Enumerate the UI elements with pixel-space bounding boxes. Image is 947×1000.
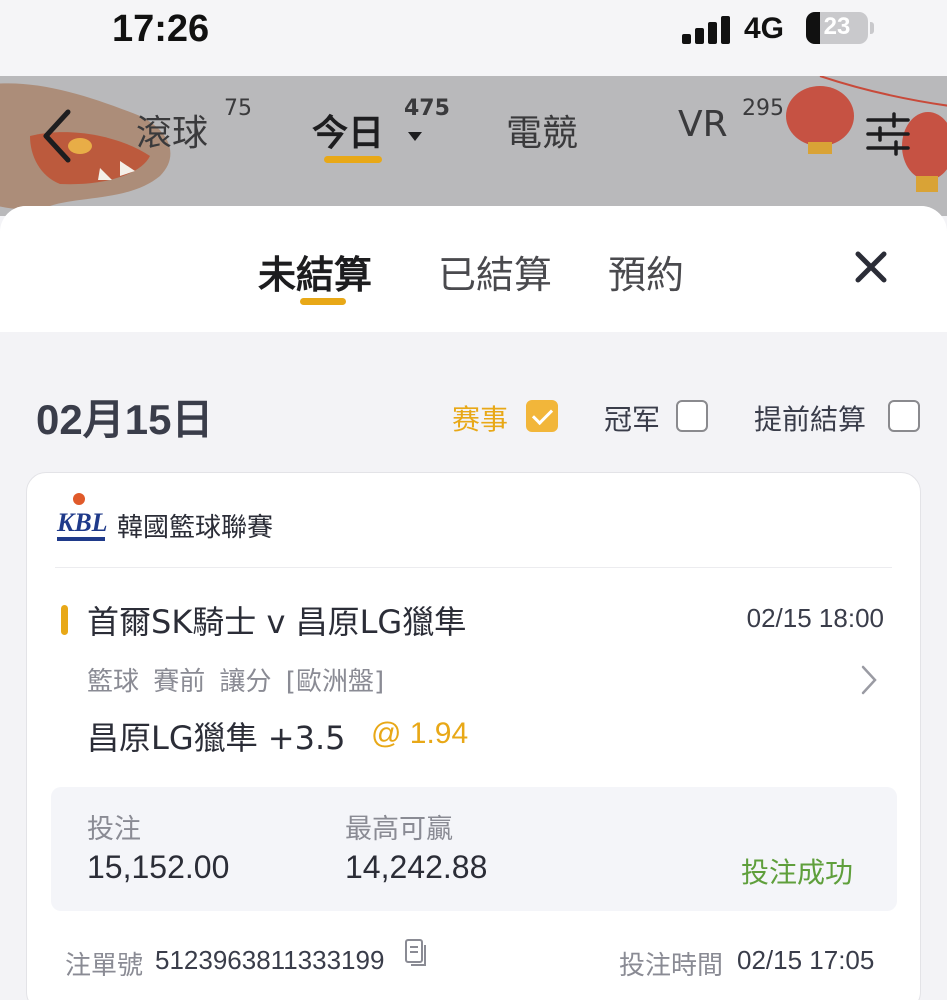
tab-today-label: 今日 (312, 113, 385, 154)
tab-live-label: 滾球 (136, 113, 209, 154)
tab-esports[interactable]: 電競 (506, 104, 578, 156)
caret-down-icon (408, 132, 422, 141)
filter-champion-checkbox[interactable] (676, 400, 708, 432)
bet-odds: @ 1.94 (371, 717, 469, 750)
tab-today-count: 475 (404, 96, 450, 121)
copy-icon[interactable] (403, 937, 429, 967)
active-tab-indicator (324, 156, 382, 163)
bet-card[interactable]: KBL 韓國籃球聯賽 首爾SK騎士 v 昌原LG獵隼 02/15 18:00 籃… (26, 472, 921, 1000)
tab-esports-label: 電競 (506, 113, 579, 154)
network-label: 4G (744, 12, 785, 45)
bet-time-value: 02/15 17:05 (737, 945, 875, 975)
active-segment-indicator (300, 298, 346, 305)
card-divider (55, 567, 892, 568)
signal-icon (682, 14, 732, 44)
filter-events-label[interactable]: 赛事 (452, 398, 508, 438)
tab-vr[interactable]: VR 295 (678, 96, 784, 145)
kbl-logo: KBL (56, 493, 107, 541)
bet-status-badge: 投注成功 (741, 856, 854, 889)
tab-unsettled[interactable]: 未結算 (258, 244, 372, 299)
tab-reserved[interactable]: 預約 (608, 244, 684, 299)
tab-today[interactable]: 今日 475 (312, 96, 450, 156)
sheet-header: 未結算 已結算 預約 (0, 206, 947, 332)
bet-history-sheet: 未結算 已結算 預約 02月15日 赛事 冠军 提前結算 KBL 韓國籃球聯賽 … (0, 206, 947, 1000)
stake-label: 投注 (87, 814, 141, 845)
tab-vr-count: 295 (742, 96, 784, 121)
tab-live-count: 75 (224, 96, 252, 121)
battery-icon: 23 (806, 12, 868, 44)
bet-ref-label: 注單號 (65, 951, 144, 981)
max-win-label: 最高可贏 (345, 814, 453, 845)
bet-time-label: 投注時間 (619, 951, 724, 981)
tab-settled[interactable]: 已結算 (438, 244, 552, 299)
filter-cashout-label[interactable]: 提前結算 (754, 398, 866, 438)
bet-market-info: 籃球 賽前 讓分 [歐洲盤] (87, 667, 385, 697)
chevron-right-icon[interactable] (859, 663, 879, 697)
battery-tip (870, 22, 874, 34)
match-time: 02/15 18:00 (746, 603, 884, 633)
lantern-decoration (786, 76, 947, 192)
league-name: 韓國籃球聯賽 (117, 513, 274, 543)
stake-summary: 投注 15,152.00 最高可贏 14,242.88 投注成功 (51, 787, 897, 911)
bet-ref-number: 5123963811333199 (155, 945, 385, 975)
filter-cashout-checkbox[interactable] (888, 400, 920, 432)
status-time: 17:26 (112, 8, 210, 50)
filter-events-checkbox[interactable] (526, 400, 558, 432)
match-title: 首爾SK騎士 v 昌原LG獵隼 (87, 603, 467, 641)
bet-selection: 昌原LG獵隼 +3.5 (87, 719, 346, 757)
close-icon[interactable] (852, 248, 890, 286)
filter-champion-label[interactable]: 冠军 (604, 398, 660, 438)
date-header: 02月15日 (36, 396, 214, 443)
match-accent-bar (61, 605, 68, 635)
stake-value: 15,152.00 (87, 849, 230, 885)
tab-vr-label: VR (678, 104, 728, 145)
top-nav: 滾球 75 今日 475 電競 VR 295 (0, 76, 947, 216)
battery-level: 23 (823, 13, 851, 40)
back-icon[interactable] (38, 106, 78, 166)
svg-text:KBL: KBL (56, 508, 107, 537)
filter-sliders-icon[interactable] (866, 112, 910, 156)
status-bar: 17:26 4G 23 (0, 0, 947, 76)
tab-live[interactable]: 滾球 75 (136, 96, 252, 156)
max-win-value: 14,242.88 (345, 849, 488, 885)
